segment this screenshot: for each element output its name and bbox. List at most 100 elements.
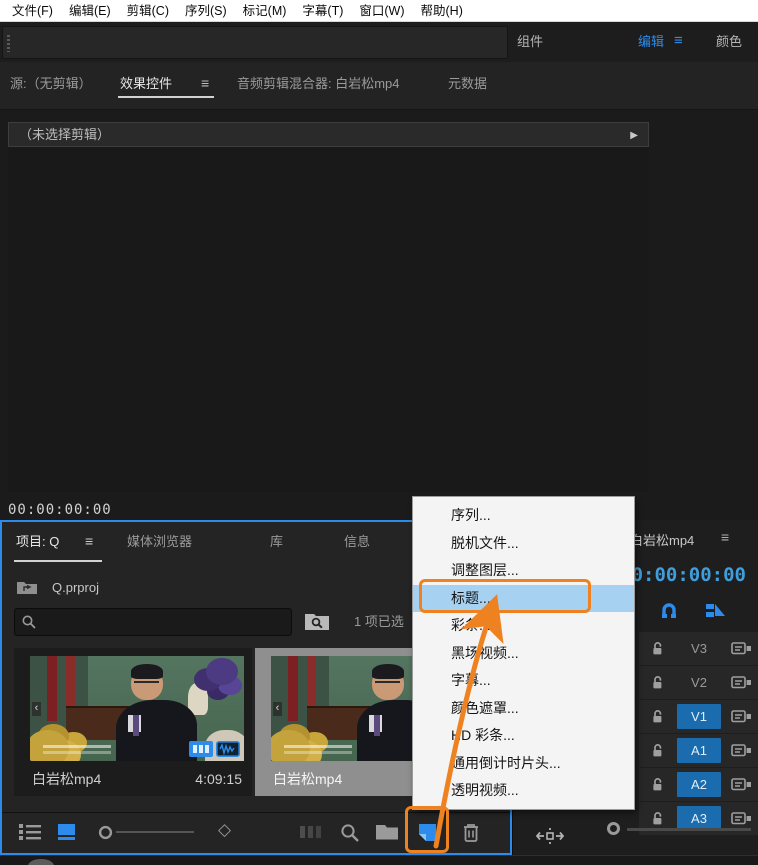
tab-libraries[interactable]: 库 — [270, 522, 283, 562]
context-menu-item-8[interactable]: HD 彩条... — [413, 722, 634, 750]
track-row-v3: V3 — [639, 632, 758, 665]
tab-audio-mixer[interactable]: 音频剪辑混合器: 白岩松mp4 — [237, 62, 400, 106]
lock-icon[interactable] — [651, 743, 664, 758]
menubar-item-3[interactable]: 序列(S) — [177, 0, 235, 22]
pan-scroll-icon[interactable] — [535, 824, 565, 848]
new-item-context-menu: 序列...脱机文件...调整图层...标题...彩条...黑场视频...字幕..… — [412, 496, 635, 810]
sort-icon[interactable]: ◇ — [218, 820, 231, 840]
project-file-name: Q.prproj — [52, 580, 99, 595]
menubar-item-0[interactable]: 文件(F) — [4, 0, 61, 22]
snap-icon[interactable] — [659, 602, 679, 620]
project-panel-menu-icon[interactable]: ≡ — [85, 522, 93, 562]
context-menu-item-10[interactable]: 透明视频... — [413, 777, 634, 805]
track-target-button-a2[interactable]: A2 — [677, 772, 721, 797]
track-row-a1: A1 — [639, 734, 758, 767]
context-menu-item-6[interactable]: 字幕... — [413, 667, 634, 695]
context-menu-item-1[interactable]: 脱机文件... — [413, 530, 634, 558]
list-view-button[interactable] — [18, 822, 42, 842]
source-patch-icon[interactable] — [731, 811, 752, 826]
video-filmstrip-icon[interactable] — [189, 741, 213, 757]
context-menu-item-9[interactable]: 通用倒计时片头... — [413, 750, 634, 778]
new-item-button[interactable] — [416, 822, 438, 844]
timeline-zoom-track[interactable] — [627, 828, 751, 831]
find-button[interactable] — [339, 822, 361, 844]
lock-icon[interactable] — [651, 675, 664, 690]
source-patch-icon[interactable] — [731, 777, 752, 792]
search-input[interactable] — [41, 610, 287, 634]
menubar-item-7[interactable]: 帮助(H) — [413, 0, 471, 22]
top-tab-strip: 源:（无剪辑） 效果控件 ≡ 音频剪辑混合器: 白岩松mp4 元数据 — [0, 62, 758, 110]
zoom-slider-track[interactable] — [116, 831, 194, 833]
delete-button[interactable] — [460, 822, 482, 844]
timeline-title[interactable]: 白岩松mp4 — [630, 530, 694, 549]
track-row-a2: A2 — [639, 768, 758, 801]
tab-source[interactable]: 源:（无剪辑） — [10, 62, 92, 106]
lock-icon[interactable] — [651, 811, 664, 826]
tab-info[interactable]: 信息 — [344, 522, 370, 562]
context-menu-item-0[interactable]: 序列... — [413, 502, 634, 530]
clip-name[interactable]: 白岩松mp4 — [32, 768, 101, 790]
clip-name[interactable]: 白岩松mp4 — [273, 768, 342, 790]
clip-tile[interactable]: ‹ 白岩 — [14, 648, 252, 796]
effect-controls-panel-menu-icon[interactable]: ≡ — [201, 62, 209, 106]
timeline-panel-menu-icon[interactable]: ≡ — [721, 529, 729, 545]
search-box[interactable] — [14, 608, 292, 636]
workspace-components[interactable]: 组件 — [517, 22, 543, 62]
source-patch-icon[interactable] — [731, 709, 752, 724]
find-in-project-icon[interactable] — [303, 610, 333, 634]
icon-view-button[interactable] — [56, 822, 78, 842]
new-bin-button[interactable] — [374, 822, 400, 842]
source-patch-icon[interactable] — [731, 743, 752, 758]
lock-icon[interactable] — [651, 641, 664, 656]
clip-thumbnail[interactable]: ‹ — [30, 656, 244, 761]
menubar-item-6[interactable]: 窗口(W) — [351, 0, 412, 22]
active-tab-underline — [118, 96, 214, 98]
selection-status: 1 项已选 — [354, 608, 404, 636]
project-breadcrumb[interactable]: Q.prproj — [16, 576, 99, 598]
context-menu-item-5[interactable]: 黑场视频... — [413, 640, 634, 668]
zoom-slider-knob[interactable] — [98, 825, 113, 840]
timeline-zoom-knob[interactable] — [607, 822, 620, 835]
context-menu-item-7[interactable]: 颜色遮罩... — [413, 695, 634, 723]
audio-waveform-icon[interactable] — [216, 741, 240, 757]
track-target-button-a1[interactable]: A1 — [677, 738, 721, 763]
menubar-item-2[interactable]: 剪辑(C) — [119, 0, 177, 22]
workspace-color[interactable]: 颜色 — [716, 22, 742, 62]
tab-effect-controls[interactable]: 效果控件 — [120, 62, 172, 106]
context-menu-item-4[interactable]: 彩条... — [413, 612, 634, 640]
linked-selection-icon[interactable] — [705, 602, 727, 620]
search-icon — [21, 614, 37, 630]
no-clip-selected-header: （未选择剪辑） ▶ — [8, 122, 649, 147]
source-patch-icon[interactable] — [731, 675, 752, 690]
context-menu-item-highlighted[interactable]: 标题... — [413, 585, 634, 613]
tab-metadata[interactable]: 元数据 — [448, 62, 487, 106]
track-target-button-v3[interactable]: V3 — [677, 636, 721, 661]
scrub-handle-icon[interactable]: ‹ — [273, 702, 282, 716]
panel-grip-icon — [7, 35, 10, 52]
folder-up-icon[interactable] — [16, 579, 38, 595]
context-menu-item-2[interactable]: 调整图层... — [413, 557, 634, 585]
menubar-item-4[interactable]: 标记(M) — [235, 0, 295, 22]
clip-duration: 4:09:15 — [195, 768, 242, 790]
workspace-menu-icon[interactable]: ≡ — [674, 22, 683, 62]
lock-icon[interactable] — [651, 777, 664, 792]
no-clip-selected-label: （未选择剪辑） — [19, 127, 110, 142]
tab-media-browser[interactable]: 媒体浏览器 — [127, 522, 192, 562]
lock-icon[interactable] — [651, 709, 664, 724]
workspace-bar: 组件 编辑 ≡ 颜色 — [0, 22, 758, 62]
partial-icon — [28, 859, 54, 865]
track-row-v2: V2 — [639, 666, 758, 699]
scrub-handle-icon[interactable]: ‹ — [32, 702, 41, 716]
expand-arrow-icon[interactable]: ▶ — [630, 124, 638, 147]
workspace-editing[interactable]: 编辑 — [638, 22, 664, 62]
premiere-app-window: 文件(F)编辑(E)剪辑(C)序列(S)标记(M)字幕(T)窗口(W)帮助(H)… — [0, 0, 758, 865]
timeline-timecode[interactable]: 00:00:00:00 — [620, 564, 746, 586]
track-target-button-v1[interactable]: V1 — [677, 704, 721, 729]
effect-controls-timecode: 00:00:00:00 — [8, 502, 112, 518]
project-toolbar: ◇ — [2, 812, 510, 853]
track-target-button-v2[interactable]: V2 — [677, 670, 721, 695]
menubar-item-1[interactable]: 编辑(E) — [61, 0, 119, 22]
tab-project[interactable]: 项目: Q — [16, 522, 59, 562]
source-patch-icon[interactable] — [731, 641, 752, 656]
menubar-item-5[interactable]: 字幕(T) — [294, 0, 351, 22]
